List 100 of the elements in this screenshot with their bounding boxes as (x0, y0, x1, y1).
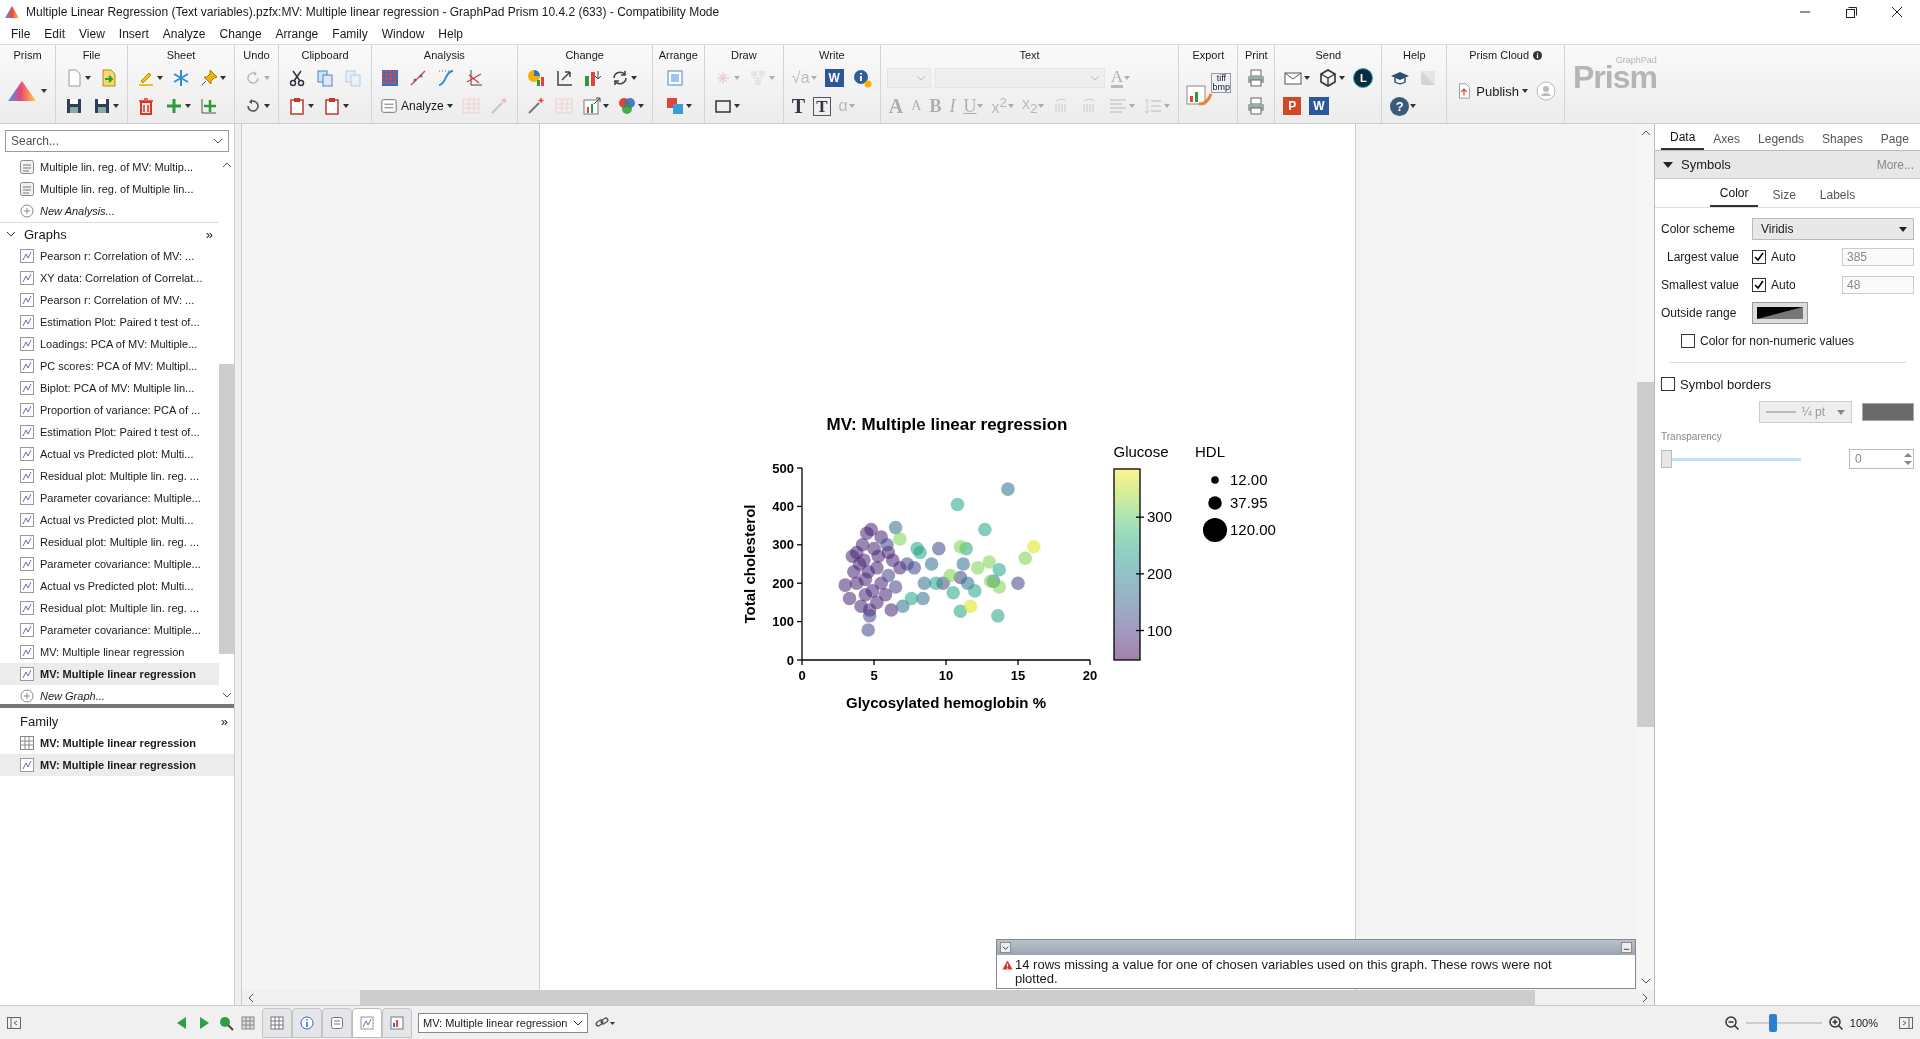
navigator-item[interactable]: Pearson r: Correlation of MV: ... (0, 289, 219, 311)
publish-button[interactable]: Publish (1453, 71, 1530, 111)
color-scheme-dropdown[interactable]: Viridis (1752, 218, 1914, 240)
navigator-item[interactable]: Residual plot: Multiple lin. reg. ... (0, 465, 219, 487)
group-label: Export (1192, 49, 1225, 61)
y-tick-label: 300 (772, 537, 794, 553)
inspector-tab[interactable]: Axes (1704, 132, 1750, 150)
family-header: Family » (19, 712, 229, 731)
export-button[interactable]: tiff bmp (1185, 66, 1232, 116)
menu-item[interactable]: Edit (37, 27, 73, 41)
group-label: Help (1403, 49, 1426, 61)
navigator-item[interactable]: Actual vs Predicted plot: Multi... (0, 443, 219, 465)
navigator-item[interactable]: MV: Multiple linear regression (0, 663, 219, 685)
color-legend-title: Glucose (1113, 443, 1169, 460)
navigator-item[interactable]: Parameter covariance: Multiple... (0, 619, 219, 641)
group-label: Change (565, 49, 604, 61)
sheet-dropdown[interactable]: MV: Multiple linear regression (418, 1012, 588, 1033)
navigator-item[interactable]: Residual plot: Multiple lin. reg. ... (0, 531, 219, 553)
navigator-item[interactable]: Parameter covariance: Multiple... (0, 553, 219, 575)
navigator-item[interactable]: New Analysis... (0, 200, 219, 222)
warning-message: 14 rows missing a value for one of chosen variables used on this graph. These rows were not plotted. (1015, 958, 1553, 986)
x-tick-label: 5 (870, 668, 878, 683)
menu-item[interactable]: View (72, 27, 112, 41)
checkbox-label: Color for non-numeric values (1700, 334, 1855, 348)
inspector-tab[interactable]: Shapes (1813, 132, 1872, 150)
text-box-button[interactable]: T (811, 94, 833, 118)
menu-item[interactable]: Change (212, 27, 269, 41)
group-label: Undo (243, 49, 270, 61)
menu-item[interactable]: Window (374, 27, 432, 41)
menu-item[interactable]: Arrange (268, 27, 326, 41)
subtab[interactable]: Labels (1809, 188, 1866, 207)
search-field[interactable]: Search... (5, 130, 229, 152)
y-tick-label: 500 (772, 460, 794, 476)
field-label: Smallest value (1661, 278, 1741, 292)
section-header[interactable]: Symbols More... (1655, 151, 1920, 179)
field-label: Largest value (1666, 250, 1741, 264)
x-tick-label: 20 (1082, 668, 1098, 683)
group-label: Prism (13, 49, 42, 61)
menu-item[interactable]: Analyze (155, 27, 213, 41)
graphs-section-header[interactable]: Graphs » (0, 222, 219, 245)
transparency-field[interactable]: 0 (1849, 449, 1914, 469)
y-tick-label: 400 (772, 498, 794, 514)
y-tick-label: 200 (772, 575, 794, 591)
navigator-item[interactable]: Estimation Plot: Paired t test of... (0, 421, 219, 443)
field-label: Outside range (1661, 306, 1738, 320)
chart-title: MV: Multiple linear regression (826, 415, 1068, 434)
inspector-tab[interactable]: Legends (1749, 132, 1814, 150)
word-button[interactable]: W (822, 66, 846, 90)
x-tick-label: 10 (938, 668, 954, 683)
navigator-item[interactable]: Multiple lin. reg. of MV: Multip... (0, 156, 219, 178)
group-label: Arrange (658, 49, 698, 61)
navigator-item[interactable]: Actual vs Predicted plot: Multi... (0, 509, 219, 531)
navigator-item[interactable]: Proportion of variance: PCA of ... (0, 399, 219, 421)
size-legend-label: 12.00 (1230, 471, 1268, 488)
menu-item[interactable]: File (4, 27, 38, 41)
checkbox-label: Auto (1771, 278, 1796, 292)
subtab[interactable]: Color (1709, 186, 1759, 207)
value-field[interactable]: 48 (1842, 276, 1914, 294)
menu-item[interactable]: Family (325, 27, 375, 41)
size-legend-label: 37.95 (1230, 494, 1268, 511)
navigator-item[interactable]: Pearson r: Correlation of MV: ... (0, 245, 219, 267)
powerpoint-button[interactable]: P (1281, 94, 1304, 118)
field-label: Transparency (1661, 431, 1723, 442)
color-scale-label: 100 (1147, 621, 1173, 639)
navigator-item[interactable]: Loadings: PCA of MV: Multiple... (0, 333, 219, 355)
navigator-item[interactable]: MV: Multiple linear regression (0, 641, 219, 663)
inspector-tab[interactable]: Page (1871, 132, 1918, 150)
subtab[interactable]: Size (1762, 188, 1806, 207)
y-tick-label: 0 (786, 652, 794, 668)
navigator-item[interactable]: Residual plot: Multiple lin. reg. ... (0, 597, 219, 619)
y-tick-label: 100 (772, 614, 794, 630)
menu-item[interactable]: Insert (111, 27, 156, 41)
group-label: Analysis (423, 49, 465, 61)
group-label: Text (1019, 49, 1040, 61)
sheet-item[interactable]: MV: Multiple linear regression (0, 732, 234, 754)
menu-item[interactable]: Help (431, 27, 470, 41)
word-button[interactable]: W (1307, 94, 1331, 118)
checkbox-label: Auto (1771, 250, 1796, 264)
checkbox-label: Symbol borders (1680, 376, 1772, 392)
navigator-item[interactable]: New Graph... (0, 685, 219, 707)
group-label: Send (1315, 49, 1342, 61)
navigator-item[interactable]: PC scores: PCA of MV: Multipl... (0, 355, 219, 377)
size-legend-label: 120.00 (1230, 521, 1276, 538)
sheet-item[interactable]: MV: Multiple linear regression (0, 754, 234, 776)
x-tick-label: 0 (798, 668, 806, 683)
analyze-button[interactable]: Analyze (378, 94, 455, 118)
group-label: Draw (731, 49, 757, 61)
navigator-item[interactable]: Multiple lin. reg. of Multiple lin... (0, 178, 219, 200)
x-tick-label: 15 (1010, 668, 1026, 683)
navigator-item[interactable]: Estimation Plot: Paired t test of... (0, 311, 219, 333)
navigator-item[interactable]: Actual vs Predicted plot: Multi... (0, 575, 219, 597)
group-label: Prism Cloud (1469, 49, 1530, 61)
group-label: Clipboard (301, 49, 349, 61)
navigator-item[interactable]: XY data: Correlation of Correlat... (0, 267, 219, 289)
value-field[interactable]: 385 (1842, 248, 1914, 266)
navigator-item[interactable]: Biplot: PCA of MV: Multiple lin... (0, 377, 219, 399)
y-axis-title: Total cholesterol (741, 504, 758, 624)
group-label: File (82, 49, 101, 61)
navigator-item[interactable]: Parameter covariance: Multiple... (0, 487, 219, 509)
text-button[interactable]: T (789, 94, 808, 118)
